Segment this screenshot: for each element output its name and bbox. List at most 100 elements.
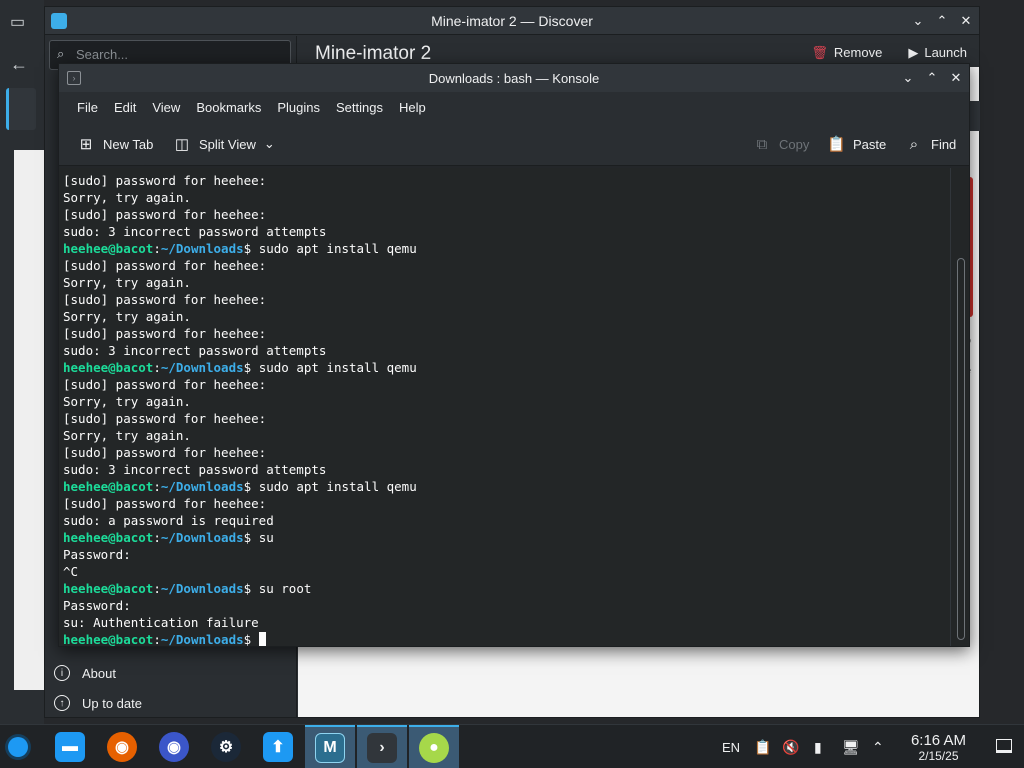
terminal-output-line: Sorry, try again.: [63, 428, 191, 443]
menu-edit[interactable]: Edit: [106, 100, 144, 115]
split-view-label: Split View: [199, 136, 256, 152]
prompt-separator: :: [153, 479, 161, 494]
show-desktop-icon[interactable]: [996, 739, 1012, 753]
task-steam[interactable]: ⚙: [201, 725, 251, 768]
copy-label: Copy: [779, 136, 810, 152]
task-firefox-dev[interactable]: ◉: [149, 725, 199, 768]
copy-button[interactable]: ⧉ Copy: [753, 132, 810, 156]
maximize-icon[interactable]: ⌃: [925, 70, 939, 86]
sidebar-item-update[interactable]: ↑ Up to date: [54, 692, 142, 714]
find-button[interactable]: ⌕ Find: [905, 132, 957, 156]
task-file-manager[interactable]: ▬: [45, 725, 95, 768]
new-tab-button[interactable]: ⊞ New Tab: [77, 132, 154, 156]
split-view-button[interactable]: ◫ Split View ⌄: [173, 132, 275, 156]
prompt-separator: :: [153, 241, 161, 256]
clock-time: 6:16 AM: [910, 732, 966, 749]
prompt-path: ~/Downloads: [160, 632, 244, 646]
minimize-icon[interactable]: ⌄: [901, 70, 915, 86]
toolbar: ⊞ New Tab ◫ Split View ⌄ ⧉ Copy 📋 Paste …: [59, 122, 969, 166]
back-arrow-icon[interactable]: ←: [10, 54, 28, 75]
keyboard-layout[interactable]: EN: [722, 725, 740, 768]
desktop-left-strip: ▭ ←: [0, 0, 44, 724]
terminal-command-line: heehee@bacot:~/Downloads$ su root: [63, 580, 969, 597]
sidebar-item-about[interactable]: i About: [54, 662, 116, 684]
maximize-icon[interactable]: ⌃: [935, 13, 949, 29]
menu-settings[interactable]: Settings: [328, 100, 391, 115]
konsole-title: Downloads : bash — Konsole: [428, 70, 600, 86]
close-icon[interactable]: ✕: [949, 70, 963, 86]
terminal-output-line: Sorry, try again.: [63, 190, 191, 205]
remove-button[interactable]: 🗑 Remove: [811, 45, 882, 61]
terminal-output[interactable]: [sudo] password for heehee: Sorry, try ag…: [59, 168, 969, 646]
menu-view[interactable]: View: [144, 100, 188, 115]
play-icon: ▶: [908, 45, 919, 60]
terminal-divider: [950, 168, 951, 646]
task-discover[interactable]: ⬆: [253, 725, 303, 768]
terminal-output-line: [sudo] password for heehee:: [63, 326, 267, 341]
battery-icon[interactable]: ▮: [814, 725, 822, 768]
about-label: About: [82, 665, 116, 681]
terminal-output-line: Password:: [63, 547, 131, 562]
task-firefox[interactable]: ◉: [97, 725, 147, 768]
prompt-separator: :: [153, 360, 161, 375]
side-accent: [6, 88, 36, 130]
discover-title: Mine-imator 2 — Discover: [431, 12, 593, 29]
launch-button[interactable]: ▶ Launch: [908, 45, 967, 61]
konsole-icon: ›: [367, 733, 397, 763]
terminal-output-line: sudo: a password is required: [63, 513, 274, 528]
minimize-icon[interactable]: ⌄: [911, 13, 925, 29]
clock[interactable]: 6:16 AM 2/15/25: [910, 732, 966, 764]
prompt-separator: :: [153, 581, 161, 596]
desktop-background-strip: [14, 150, 44, 690]
prompt-path: ~/Downloads: [160, 360, 244, 375]
prompt-path: ~/Downloads: [160, 530, 244, 545]
terminal-output-line: sudo: 3 incorrect password attempts: [63, 224, 327, 239]
command-text: $ sudo apt install qemu: [243, 360, 417, 375]
volume-muted-icon[interactable]: 🔇: [782, 725, 799, 768]
menu-plugins[interactable]: Plugins: [269, 100, 328, 115]
search-placeholder: Search...: [76, 47, 129, 62]
prompt-separator: :: [153, 632, 161, 646]
update-label: Up to date: [82, 695, 142, 711]
paste-label: Paste: [853, 136, 887, 152]
task-konsole[interactable]: ›: [357, 725, 407, 768]
split-view-icon: ◫: [174, 136, 190, 153]
network-icon[interactable]: 🖥: [842, 725, 860, 768]
app-launcher-icon[interactable]: [8, 737, 28, 757]
menu-bar: File Edit View Bookmarks Plugins Setting…: [59, 92, 969, 122]
clipboard-icon[interactable]: 📋: [754, 725, 771, 768]
paste-button[interactable]: 📋 Paste: [827, 132, 886, 156]
terminal-output-line: [sudo] password for heehee:: [63, 292, 267, 307]
menu-help[interactable]: Help: [391, 100, 434, 115]
menu-file[interactable]: File: [69, 100, 106, 115]
app-icon: ●: [419, 733, 449, 763]
terminal-output-line: Password:: [63, 598, 131, 613]
command-text: $ sudo apt install qemu: [243, 479, 417, 494]
command-text: $ sudo apt install qemu: [243, 241, 417, 256]
terminal-scrollbar[interactable]: [957, 258, 965, 640]
search-icon: ⌕: [57, 46, 65, 61]
terminal-output-line: su: Authentication failure: [63, 615, 259, 630]
discover-icon: ⬆: [263, 732, 293, 762]
chevron-up-icon[interactable]: ⌃: [872, 725, 884, 768]
archive-icon[interactable]: ▭: [10, 12, 25, 32]
terminal-output-line: Sorry, try again.: [63, 394, 191, 409]
chevron-down-icon[interactable]: ⌄: [264, 136, 275, 152]
menu-bookmarks[interactable]: Bookmarks: [188, 100, 269, 115]
prompt-separator: :: [153, 530, 161, 545]
terminal-output-line: sudo: 3 incorrect password attempts: [63, 343, 327, 358]
task-mine-imator[interactable]: M: [305, 725, 355, 768]
prompt-path: ~/Downloads: [160, 479, 244, 494]
prompt-user: heehee@bacot: [63, 530, 154, 545]
prompt-user: heehee@bacot: [63, 360, 154, 375]
task-app[interactable]: ●: [409, 725, 459, 768]
terminal-output-line: [sudo] password for heehee:: [63, 377, 267, 392]
prompt-user: heehee@bacot: [63, 581, 154, 596]
terminal-output-line: [sudo] password for heehee:: [63, 445, 267, 460]
terminal-output-line: [sudo] password for heehee:: [63, 258, 267, 273]
konsole-titlebar: › Downloads : bash — Konsole ⌄ ⌃ ✕: [59, 64, 969, 92]
prompt-path: ~/Downloads: [160, 581, 244, 596]
close-icon[interactable]: ✕: [959, 13, 973, 29]
command-text: $ su: [243, 530, 274, 545]
firefox-dev-icon: ◉: [159, 732, 189, 762]
